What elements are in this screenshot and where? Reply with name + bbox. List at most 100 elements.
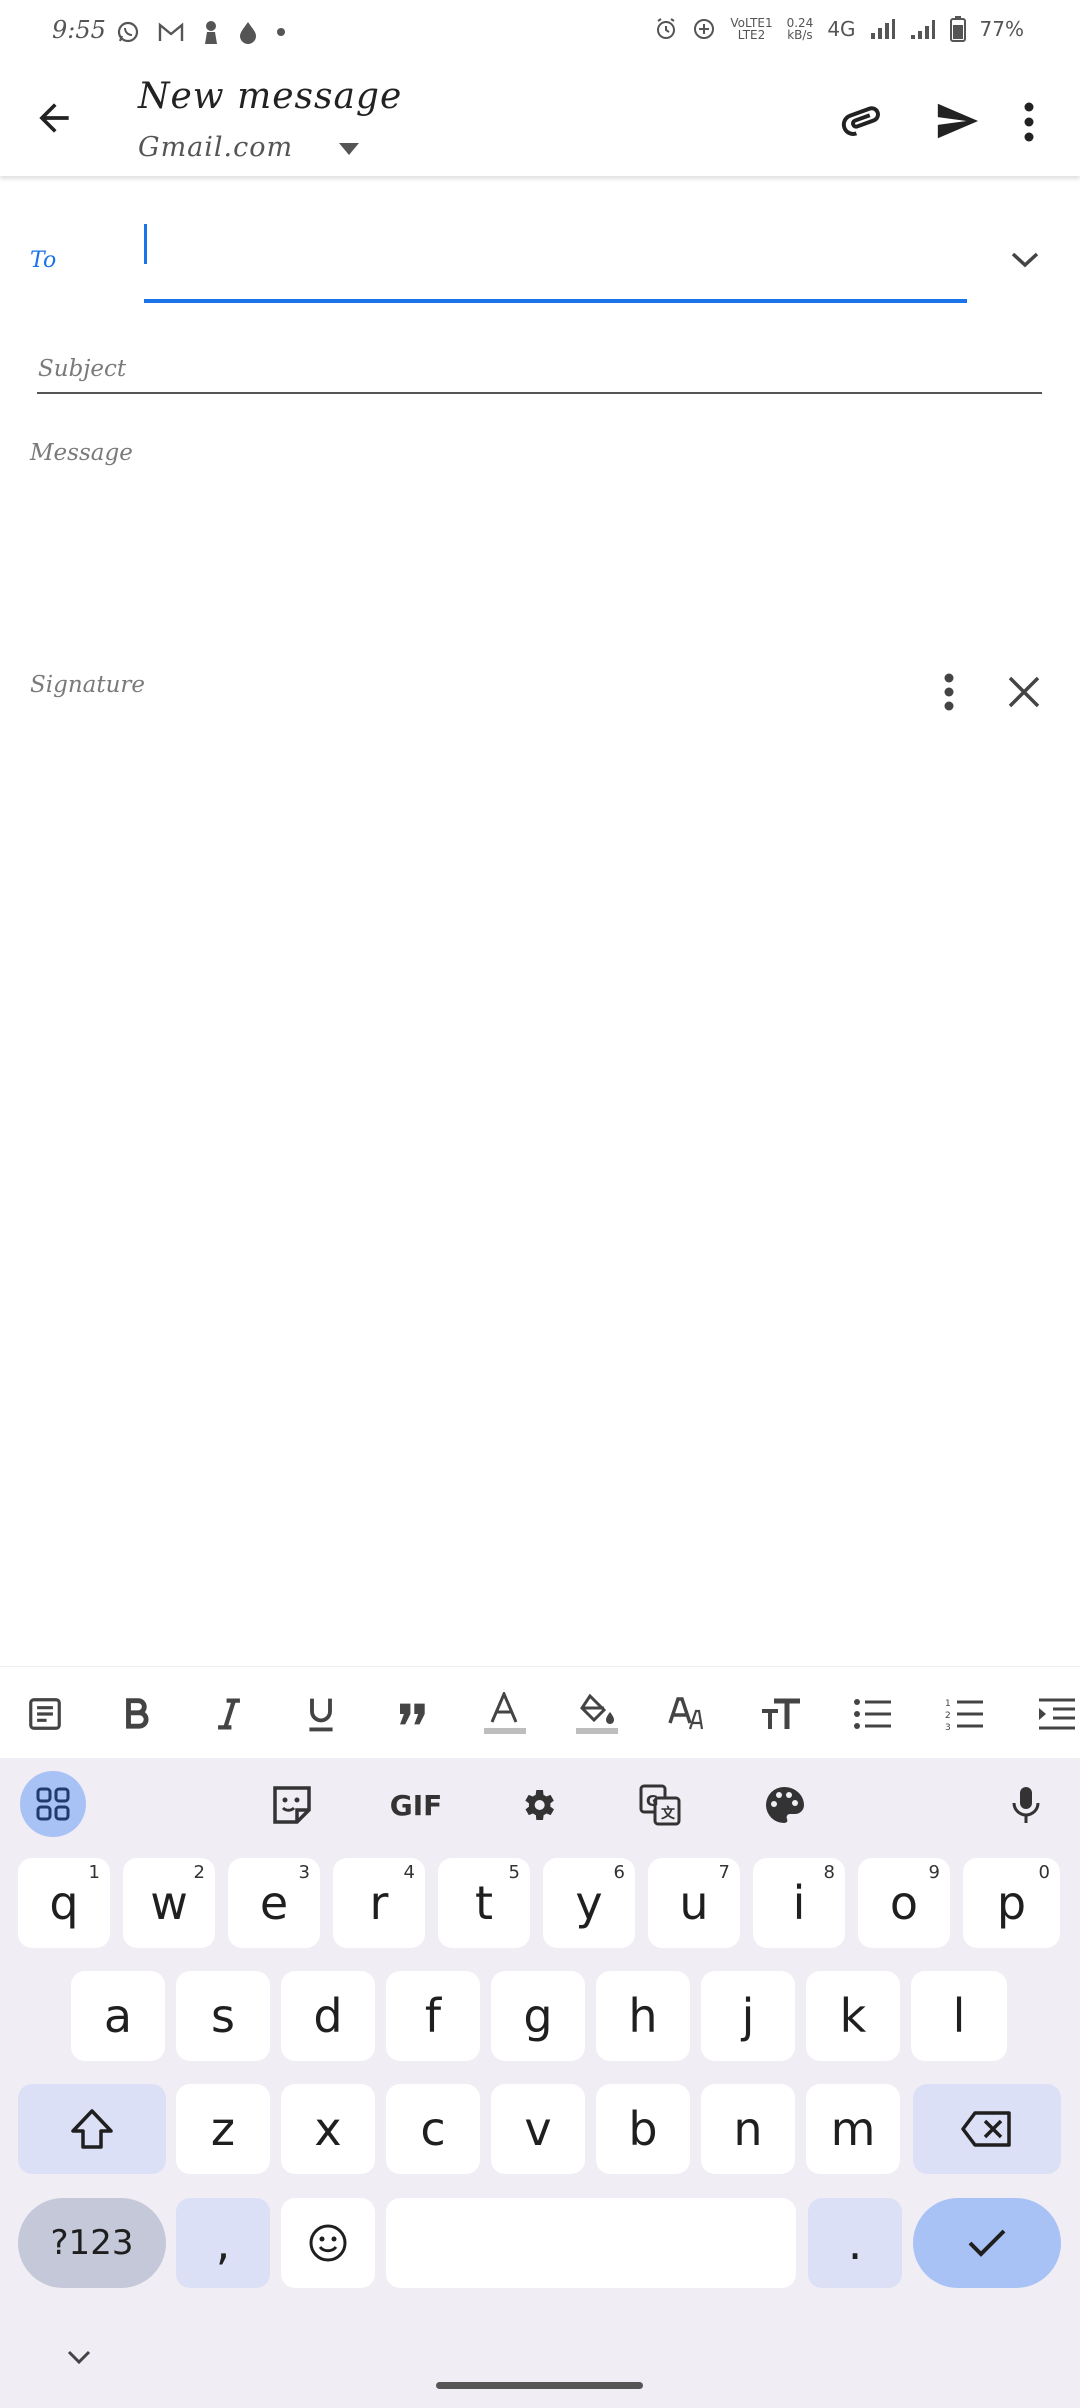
key-u[interactable]: u7 [648,1858,740,1948]
key-h[interactable]: h [596,1971,690,2061]
bold-button[interactable] [112,1689,162,1739]
text-size-icon [762,1698,800,1729]
key-t-hint: 5 [508,1862,520,1883]
voice-input-button[interactable] [994,1773,1058,1837]
key-z[interactable]: z [176,2084,270,2174]
font-style-button[interactable] [664,1689,714,1739]
volte-indicator: VoLTE1 LTE2 [730,17,772,41]
text-size-button[interactable] [756,1689,806,1739]
key-e-label: e [259,1876,289,1930]
hide-keyboard-button[interactable] [66,2348,92,2366]
key-b[interactable]: b [596,2084,690,2174]
underline-button[interactable] [296,1689,346,1739]
paperclip-icon [841,106,880,136]
key-e-hint: 3 [298,1862,310,1883]
apps-grid-icon [36,1787,70,1821]
numbered-list-button[interactable]: 1 2 3 [940,1689,990,1739]
attach-button[interactable] [838,96,888,146]
key-c[interactable]: c [386,2084,480,2174]
subject-input[interactable]: Subject [38,356,126,382]
key-a[interactable]: a [71,1971,165,2061]
italic-icon [218,1698,240,1730]
key-r[interactable]: r4 [333,1858,425,1948]
key-f-label: f [424,1989,442,2043]
key-o[interactable]: o9 [858,1858,950,1948]
key-i[interactable]: i8 [753,1858,845,1948]
expand-recipients-button[interactable] [1008,248,1042,272]
fill-color-button[interactable] [572,1689,622,1739]
key-p[interactable]: p0 [963,1858,1060,1948]
key-c-label: c [420,2102,446,2156]
key-u-label: u [679,1876,709,1930]
quote-button[interactable] [388,1689,438,1739]
status-time: 9:55 [52,16,106,44]
enter-key[interactable] [913,2198,1061,2288]
key-y[interactable]: y6 [543,1858,635,1948]
keyboard-settings-button[interactable] [506,1773,570,1837]
indent-button[interactable] [1032,1689,1080,1739]
apps-grid-button[interactable] [20,1771,86,1837]
key-s[interactable]: s [176,1971,270,2061]
key-n[interactable]: n [701,2084,795,2174]
message-input[interactable]: Message [30,440,133,466]
key-v[interactable]: v [491,2084,585,2174]
key-e[interactable]: e3 [228,1858,320,1948]
comma-key[interactable]: , [176,2198,270,2288]
remove-signature-button[interactable] [1006,674,1042,710]
key-b-label: b [628,2102,658,2156]
gif-button[interactable]: GIF [384,1773,448,1837]
key-p-hint: 0 [1038,1862,1050,1883]
back-button[interactable] [32,96,76,140]
key-l[interactable]: l [911,1971,1007,2061]
network-type: 4G [827,17,856,41]
notes-icon [29,1698,61,1730]
theme-button[interactable] [752,1773,816,1837]
key-j[interactable]: j [701,1971,795,2061]
send-icon [937,103,979,139]
backspace-key[interactable] [913,2084,1061,2174]
status-bar: 9:55 VoLTE1 LTE2 0.24 kB/s 4G 77% [0,0,1080,66]
svg-text:G: G [646,1792,658,1810]
key-m[interactable]: m [806,2084,900,2174]
more-options-button[interactable] [1020,100,1038,144]
key-f[interactable]: f [386,1971,480,2061]
notes-button[interactable] [20,1689,70,1739]
format-toolbar: 1 2 3 [0,1666,1080,1758]
key-z-label: z [210,2102,236,2156]
account-selector[interactable]: Gmail.com [138,132,293,163]
key-p-label: p [996,1876,1027,1930]
emoji-key[interactable] [281,2198,375,2288]
space-key[interactable] [386,2198,796,2288]
key-g[interactable]: g [491,1971,585,2061]
fill-color-icon [576,1693,618,1734]
symbols-key[interactable]: ?123 [18,2198,166,2288]
key-q[interactable]: q1 [18,1858,110,1948]
key-t[interactable]: t5 [438,1858,530,1948]
comma-label: , [215,2216,231,2270]
period-key[interactable]: . [808,2198,902,2288]
key-x[interactable]: x [281,2084,375,2174]
palette-icon [766,1787,804,1823]
key-o-label: o [889,1876,919,1930]
caret-down-icon [339,143,359,155]
send-button[interactable] [934,98,980,144]
to-input[interactable] [144,215,967,299]
key-d[interactable]: d [281,1971,375,2061]
translate-button[interactable]: G文 [628,1773,692,1837]
sticker-icon [273,1786,311,1824]
bullet-list-button[interactable] [848,1689,898,1739]
translate-icon: G文 [639,1784,681,1826]
more-vert-icon [1024,102,1034,142]
gesture-handle[interactable] [436,2382,643,2389]
italic-button[interactable] [204,1689,254,1739]
account-dropdown[interactable] [338,142,360,156]
key-k[interactable]: k [806,1971,900,2061]
notification-icons [116,20,286,44]
text-color-button[interactable] [480,1689,530,1739]
sticker-button[interactable] [260,1773,324,1837]
text-color-icon [484,1692,526,1734]
key-w[interactable]: w2 [123,1858,215,1948]
chevron-down-icon [1011,252,1039,268]
shift-key[interactable] [18,2084,166,2174]
signature-options-button[interactable] [940,672,958,712]
